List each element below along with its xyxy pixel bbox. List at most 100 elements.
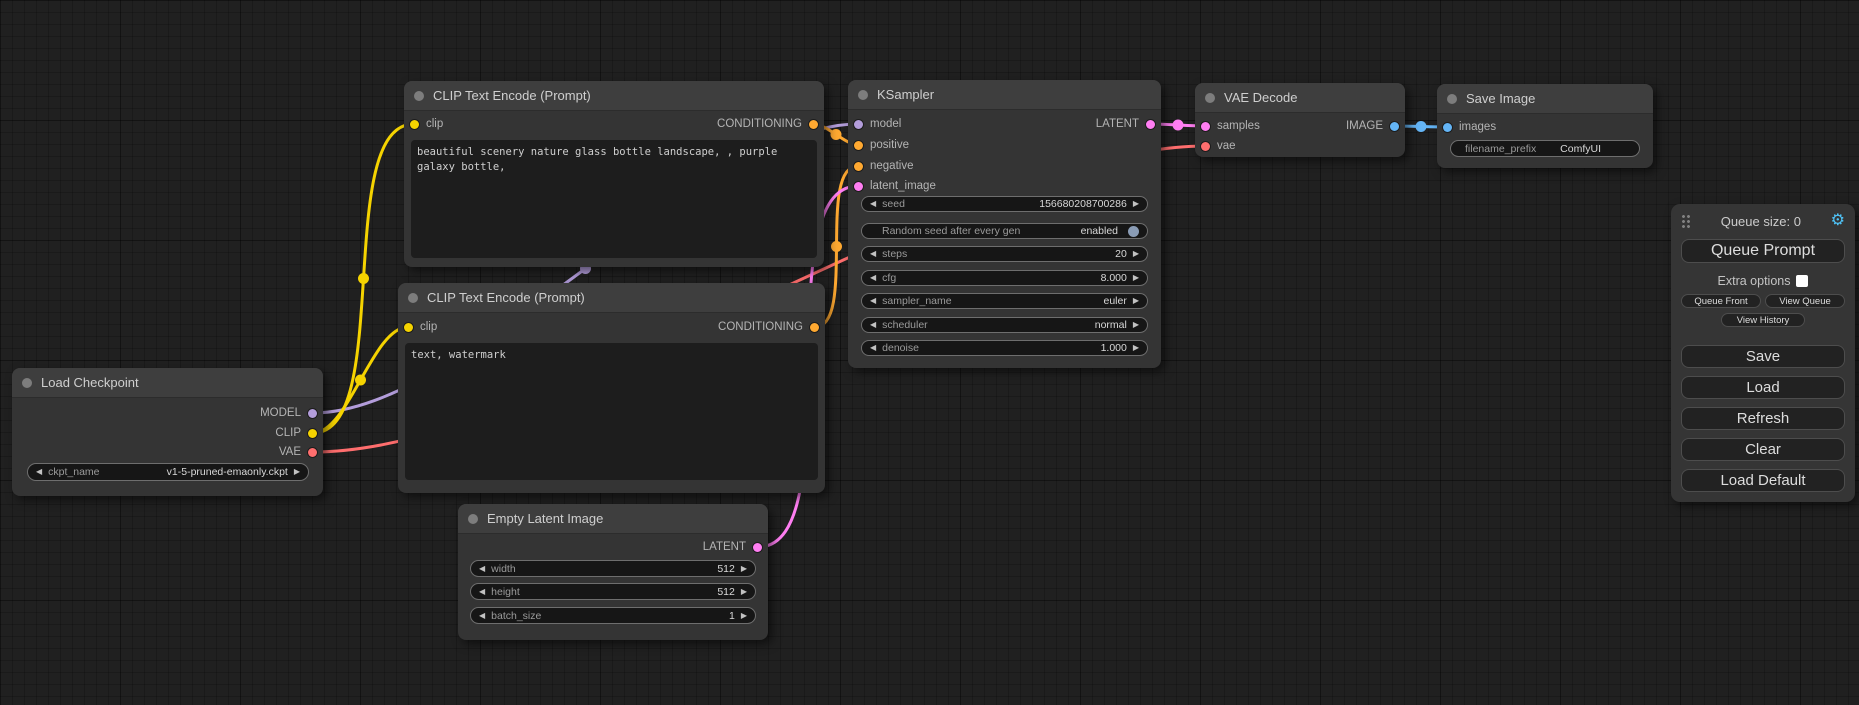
queue-prompt-button[interactable]: Queue Prompt — [1681, 239, 1845, 263]
decrement-arrow-icon[interactable]: ◀ — [870, 200, 876, 208]
widget-sampler_name[interactable]: ◀sampler_nameeuler▶ — [861, 293, 1148, 309]
node-titlebar[interactable]: VAE Decode — [1195, 83, 1405, 113]
extra-options-checkbox[interactable] — [1796, 275, 1808, 287]
widget-label: seed — [882, 198, 905, 210]
decrement-arrow-icon[interactable]: ◀ — [870, 344, 876, 352]
widget-value: 512 — [717, 563, 735, 575]
port-dot-latent[interactable] — [753, 543, 762, 552]
widget-filename_prefix[interactable]: filename_prefixComfyUI — [1450, 140, 1640, 157]
wire-midpoint-dot[interactable] — [355, 375, 366, 386]
widget-value: v1-5-pruned-emaonly.ckpt — [167, 466, 288, 478]
view-history-button[interactable]: View History — [1721, 313, 1805, 327]
port-dot-clip[interactable] — [404, 323, 413, 332]
decrement-arrow-icon[interactable]: ◀ — [870, 297, 876, 305]
node-empty-latent-image[interactable]: Empty Latent ImageLATENT◀width512▶◀heigh… — [458, 504, 768, 640]
port-dot-clip[interactable] — [410, 120, 419, 129]
load-button[interactable]: Load — [1681, 376, 1845, 399]
port-dot-model[interactable] — [854, 120, 863, 129]
widget-height[interactable]: ◀height512▶ — [470, 583, 756, 600]
widget-Random seed after every gen[interactable]: Random seed after every genenabled — [861, 223, 1148, 239]
widget-value: 156680208700286 — [1039, 198, 1127, 210]
toggle-dot-icon[interactable] — [1128, 226, 1139, 237]
view-queue-button[interactable]: View Queue — [1765, 294, 1845, 308]
output-port-MODEL: MODEL — [260, 407, 317, 419]
widget-value: euler — [1103, 295, 1126, 307]
decrement-arrow-icon[interactable]: ◀ — [870, 321, 876, 329]
port-dot-conditioning[interactable] — [809, 120, 818, 129]
node-status-dot-icon — [468, 514, 478, 524]
node-titlebar[interactable]: CLIP Text Encode (Prompt) — [398, 283, 825, 313]
port-dot-clip[interactable] — [308, 429, 317, 438]
port-dot-image[interactable] — [1390, 122, 1399, 131]
node-vae-decode[interactable]: VAE Decode samples vae IMAGE — [1195, 83, 1405, 157]
widget-value: enabled — [1081, 225, 1118, 237]
increment-arrow-icon[interactable]: ▶ — [741, 588, 747, 596]
node-clip-text-encode-positive[interactable]: CLIP Text Encode (Prompt)clipCONDITIONIN… — [404, 81, 824, 267]
increment-arrow-icon[interactable]: ▶ — [1133, 297, 1139, 305]
increment-arrow-icon[interactable]: ▶ — [294, 468, 300, 476]
node-titlebar[interactable]: Load Checkpoint — [12, 368, 323, 398]
decrement-arrow-icon[interactable]: ◀ — [479, 612, 485, 620]
node-save-image[interactable]: Save Imageimagesfilename_prefixComfyUI — [1437, 84, 1653, 168]
node-titlebar[interactable]: KSampler — [848, 80, 1161, 110]
widget-ckpt_name[interactable]: ◀ckpt_namev1-5-pruned-emaonly.ckpt▶ — [27, 463, 309, 481]
decrement-arrow-icon[interactable]: ◀ — [479, 588, 485, 596]
widget-denoise[interactable]: ◀denoise1.000▶ — [861, 340, 1148, 356]
port-dot-conditioning[interactable] — [854, 162, 863, 171]
decrement-arrow-icon[interactable]: ◀ — [870, 274, 876, 282]
increment-arrow-icon[interactable]: ▶ — [741, 612, 747, 620]
node-titlebar[interactable]: Empty Latent Image — [458, 504, 768, 534]
port-label: vae — [1217, 140, 1236, 152]
increment-arrow-icon[interactable]: ▶ — [1133, 250, 1139, 258]
node-clip-text-encode-negative[interactable]: CLIP Text Encode (Prompt)clipCONDITIONIN… — [398, 283, 825, 493]
prompt-text-input[interactable]: beautiful scenery nature glass bottle la… — [411, 140, 817, 258]
wire-midpoint-dot[interactable] — [831, 129, 842, 140]
panel-drag-handle-icon[interactable] — [1681, 214, 1691, 228]
widget-scheduler[interactable]: ◀schedulernormal▶ — [861, 317, 1148, 333]
port-label: CLIP — [275, 427, 301, 439]
widget-cfg[interactable]: ◀cfg8.000▶ — [861, 270, 1148, 286]
port-dot-model[interactable] — [308, 409, 317, 418]
increment-arrow-icon[interactable]: ▶ — [1133, 344, 1139, 352]
port-dot-vae[interactable] — [1201, 142, 1210, 151]
port-dot-latent[interactable] — [854, 182, 863, 191]
node-load-checkpoint[interactable]: Load CheckpointMODELCLIPVAE◀ckpt_namev1-… — [12, 368, 323, 496]
port-label: samples — [1217, 120, 1260, 132]
port-dot-conditioning[interactable] — [810, 323, 819, 332]
decrement-arrow-icon[interactable]: ◀ — [36, 468, 42, 476]
node-graph-canvas[interactable]: Load CheckpointMODELCLIPVAE◀ckpt_namev1-… — [0, 0, 1859, 705]
port-dot-latent[interactable] — [1201, 122, 1210, 131]
decrement-arrow-icon[interactable]: ◀ — [870, 250, 876, 258]
save-button[interactable]: Save — [1681, 345, 1845, 368]
widget-steps[interactable]: ◀steps20▶ — [861, 246, 1148, 262]
widget-label: batch_size — [491, 610, 541, 622]
node-ksampler[interactable]: KSamplermodelpositivenegativelatent_imag… — [848, 80, 1161, 368]
increment-arrow-icon[interactable]: ▶ — [1133, 200, 1139, 208]
port-dot-vae[interactable] — [308, 448, 317, 457]
refresh-button[interactable]: Refresh — [1681, 407, 1845, 430]
node-titlebar[interactable]: Save Image — [1437, 84, 1653, 114]
settings-gear-icon[interactable]: ⚙ — [1831, 213, 1845, 229]
queue-front-button[interactable]: Queue Front — [1681, 294, 1761, 308]
wire-midpoint-dot[interactable] — [1173, 120, 1184, 131]
port-label: clip — [420, 321, 437, 333]
input-port-latent_image: latent_image — [854, 180, 936, 192]
prompt-text-input[interactable]: text, watermark — [405, 343, 818, 480]
port-label: IMAGE — [1346, 120, 1383, 132]
widget-batch_size[interactable]: ◀batch_size1▶ — [470, 607, 756, 624]
wire-midpoint-dot[interactable] — [358, 273, 369, 284]
increment-arrow-icon[interactable]: ▶ — [1133, 274, 1139, 282]
increment-arrow-icon[interactable]: ▶ — [741, 565, 747, 573]
wire-midpoint-dot[interactable] — [831, 241, 842, 252]
load-default-button[interactable]: Load Default — [1681, 469, 1845, 492]
wire-midpoint-dot[interactable] — [1416, 121, 1427, 132]
widget-seed[interactable]: ◀ seed 156680208700286 ▶ — [861, 196, 1148, 212]
port-dot-conditioning[interactable] — [854, 141, 863, 150]
port-dot-image[interactable] — [1443, 123, 1452, 132]
widget-width[interactable]: ◀width512▶ — [470, 560, 756, 577]
increment-arrow-icon[interactable]: ▶ — [1133, 321, 1139, 329]
decrement-arrow-icon[interactable]: ◀ — [479, 565, 485, 573]
port-dot-latent[interactable] — [1146, 120, 1155, 129]
clear-button[interactable]: Clear — [1681, 438, 1845, 461]
node-titlebar[interactable]: CLIP Text Encode (Prompt) — [404, 81, 824, 111]
